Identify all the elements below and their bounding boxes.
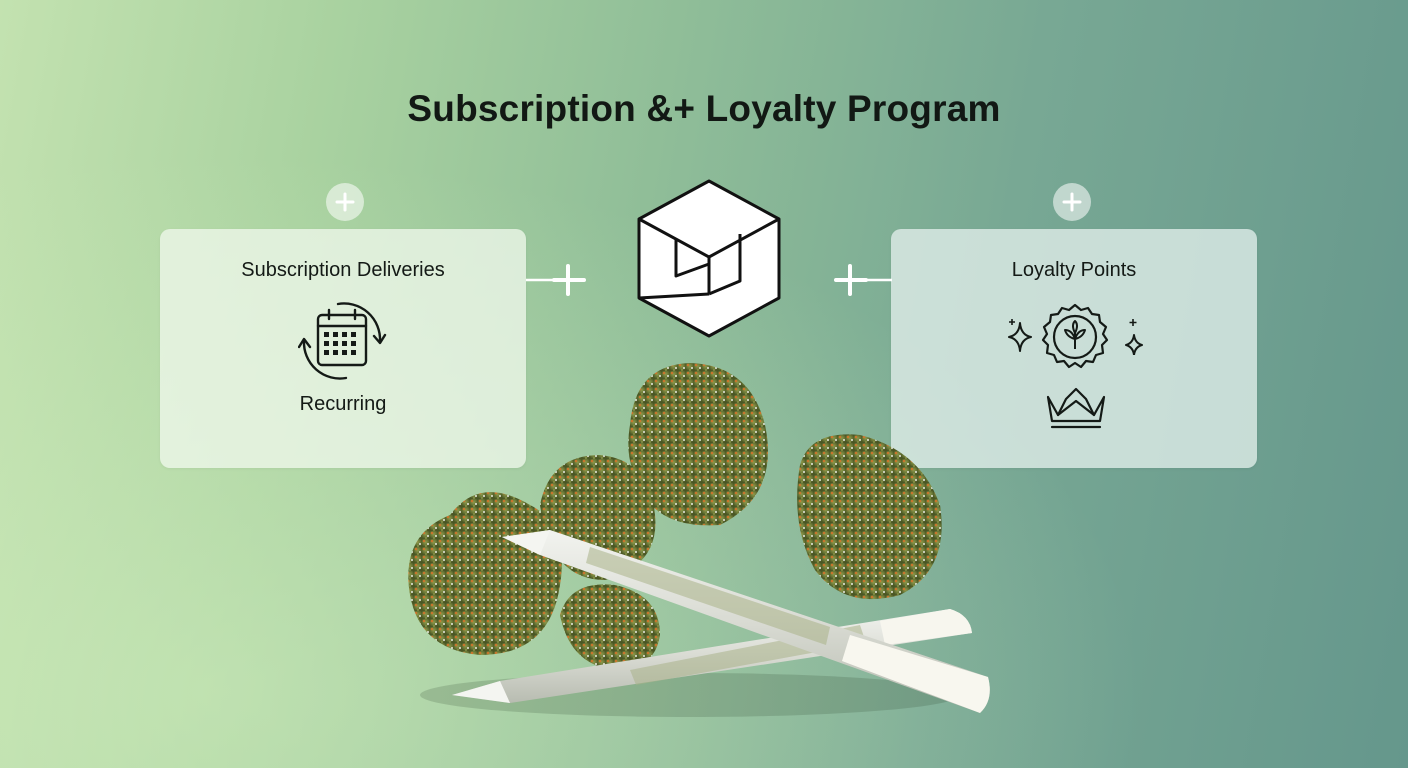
loyalty-card-title: Loyalty Points [1011,259,1137,281]
cannabis-bud [408,492,562,655]
crown-icon [1046,387,1106,429]
plus-icon [834,264,868,296]
plus-circle-right[interactable] [1053,183,1091,221]
page-title: Subscription &+ Loyalty Program [407,88,1001,129]
subscription-card-title: Subscription Deliveries [241,259,445,281]
product-illustration [408,363,990,717]
cannabis-bud [797,434,942,600]
sparkle-icon [1125,319,1143,355]
cannabis-bud [560,584,660,670]
plus-icon [552,264,586,296]
cube-icon [637,179,781,338]
calendar-recurring-icon [298,302,387,380]
leaf-badge-icon [1041,303,1109,369]
plus-icon [335,192,355,212]
sparkle-icon [1008,319,1032,352]
connector-left [526,264,586,296]
plus-circle-left[interactable] [326,183,364,221]
connector-right [834,264,892,296]
plus-icon [1062,192,1082,212]
cannabis-bud [628,363,768,526]
